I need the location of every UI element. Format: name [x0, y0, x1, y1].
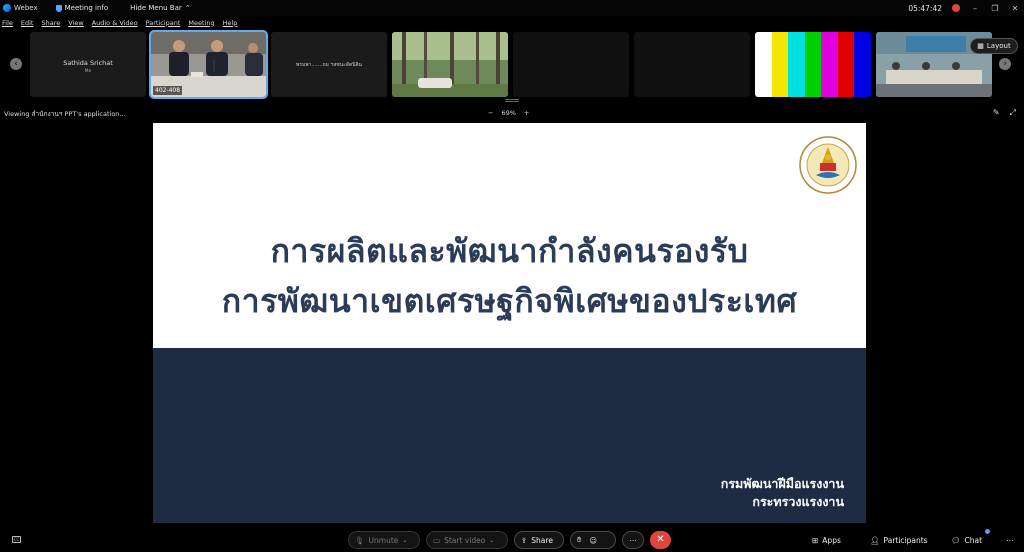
participants-button[interactable]: 👤︎ Participants: [870, 531, 928, 549]
more-icon: ⋯: [1006, 535, 1014, 545]
zoom-out-button[interactable]: −: [488, 109, 493, 117]
start-video-label: Start video: [444, 535, 486, 545]
strip-prev-button[interactable]: ‹: [10, 58, 22, 70]
slide-ministry-name: กระทรวงแรงงาน: [752, 494, 844, 509]
more-panels-button[interactable]: ⋯: [1006, 531, 1014, 549]
share-view-bar: Viewing สำนักงานฯ PPT's application... −…: [0, 104, 1024, 122]
shared-slide: การผลิตและพัฒนากำลังคนรองรับ การพัฒนาเขต…: [153, 123, 866, 523]
participant-tile-5[interactable]: [513, 32, 629, 97]
meeting-info-button[interactable]: Meeting info: [55, 4, 109, 12]
chat-notification-badge: [985, 529, 990, 534]
reactions-icon[interactable]: ☺: [589, 536, 597, 545]
menu-help[interactable]: Help: [223, 19, 238, 27]
participant-label: 402-408: [153, 86, 183, 95]
menu-meeting[interactable]: Meeting: [188, 19, 214, 27]
department-seal-logo: [799, 136, 857, 194]
menu-share[interactable]: Share: [41, 19, 60, 27]
menu-bar: File Edit Share View Audio & Video Parti…: [0, 16, 1024, 29]
chevron-up-icon: ⌃: [184, 4, 191, 12]
chat-icon: 💬︎: [951, 535, 961, 545]
apps-button[interactable]: ⊞ Apps: [812, 531, 841, 549]
color-bars-video: [755, 32, 871, 97]
microphone-muted-icon: 🎙︎: [355, 535, 365, 545]
app-logo: Webex: [0, 4, 38, 12]
share-button[interactable]: ⇪ Share: [514, 531, 564, 549]
participant-tile-402-408[interactable]: 402-408: [149, 30, 268, 99]
leave-meeting-button[interactable]: ✕: [650, 531, 671, 549]
hide-menu-bar-button[interactable]: Hide Menu Bar ⌃: [130, 4, 190, 12]
participant-tile-3[interactable]: พรมพา.......ถม ฯสชนะสัตนิลิน: [271, 32, 387, 97]
zoom-level: 69%: [501, 109, 516, 117]
apps-label: Apps: [822, 535, 841, 545]
meeting-timer: 05:47:42: [908, 3, 942, 13]
meeting-info-label: Meeting info: [64, 4, 109, 12]
expand-icon[interactable]: ⤢: [1010, 108, 1016, 118]
chat-button[interactable]: 💬︎ Chat: [951, 531, 982, 549]
menu-audio-video[interactable]: Audio & Video: [92, 19, 138, 27]
slide-department-name: กรมพัฒนาฝีมือแรงงาน: [720, 476, 844, 491]
participant-tile-6[interactable]: [634, 32, 750, 97]
participant-me-label: Me: [84, 69, 92, 74]
menu-participant[interactable]: Participant: [146, 19, 181, 27]
webex-icon: [3, 4, 11, 12]
participant-tile-forest[interactable]: [392, 32, 508, 97]
apps-icon: ⊞: [812, 535, 819, 545]
restore-icon[interactable]: ❐: [990, 4, 1000, 13]
title-bar: Webex Meeting info Hide Menu Bar ⌃ 05:47…: [0, 0, 1024, 16]
participant-name: พรมพา.......ถม ฯสชนะสัตนิลิน: [296, 62, 362, 68]
slide-title-line-1: การผลิตและพัฒนากำลังคนรองรับ: [270, 232, 749, 270]
resize-handle[interactable]: [505, 99, 519, 102]
menu-edit[interactable]: Edit: [21, 19, 34, 27]
share-label: Share: [531, 535, 553, 545]
zoom-in-button[interactable]: +: [524, 109, 529, 117]
menu-file[interactable]: File: [2, 19, 13, 27]
unmute-label: Unmute: [368, 535, 399, 545]
meeting-control-bar: CC 🎙︎ Unmute ⌄ ▭ Start video ⌄ ⇪ Share ✋…: [0, 527, 1024, 552]
layout-icon: ▦: [977, 42, 984, 50]
start-video-button[interactable]: ▭ Start video ⌄: [426, 531, 508, 549]
title-bar-right: 05:47:42 – ❐ ✕: [908, 0, 1020, 16]
unmute-button[interactable]: 🎙︎ Unmute ⌄: [348, 531, 420, 549]
participants-icon: 👤︎: [870, 535, 880, 545]
minimize-icon[interactable]: –: [970, 4, 980, 13]
slide-title-line-2: การพัฒนาเขตเศรษฐกิจพิเศษของประเทศ: [221, 282, 798, 320]
viewing-label: Viewing สำนักงานฯ PPT's application...: [4, 110, 126, 118]
annotate-icon[interactable]: ✎: [993, 108, 1000, 118]
participant-tile-self[interactable]: Sathida Srichat Me: [30, 32, 146, 97]
end-call-icon: ✕: [656, 534, 665, 545]
zoom-controls: − 69% +: [488, 109, 529, 117]
chevron-down-icon[interactable]: ⌄: [402, 537, 407, 544]
layout-button[interactable]: ▦ Layout: [970, 38, 1018, 54]
forest-background-video: [392, 32, 508, 97]
raise-hand-icon[interactable]: ✋︎: [577, 535, 581, 545]
more-icon: ⋯: [629, 535, 637, 545]
reactions-group: ✋︎ ☺: [570, 531, 616, 549]
shield-icon: [55, 4, 62, 12]
close-icon[interactable]: ✕: [1010, 4, 1020, 13]
participants-label: Participants: [883, 535, 928, 545]
app-name: Webex: [14, 4, 38, 12]
recording-icon[interactable]: [952, 4, 960, 12]
captions-icon[interactable]: CC: [12, 536, 21, 543]
hide-menu-bar-label: Hide Menu Bar: [130, 4, 182, 12]
camera-off-icon: ▭: [433, 535, 441, 545]
view-options: ✎ ⤢: [993, 108, 1016, 118]
participant-name: Sathida Srichat: [63, 59, 113, 67]
more-options-button[interactable]: ⋯: [622, 531, 644, 549]
chat-label: Chat: [964, 535, 983, 545]
menu-view[interactable]: View: [68, 19, 83, 27]
strip-next-button[interactable]: ›: [999, 58, 1011, 70]
chevron-down-icon[interactable]: ⌄: [489, 537, 494, 544]
participant-tile-color-bars[interactable]: [755, 32, 871, 97]
share-icon: ⇪: [521, 535, 528, 545]
layout-label: Layout: [986, 42, 1011, 50]
